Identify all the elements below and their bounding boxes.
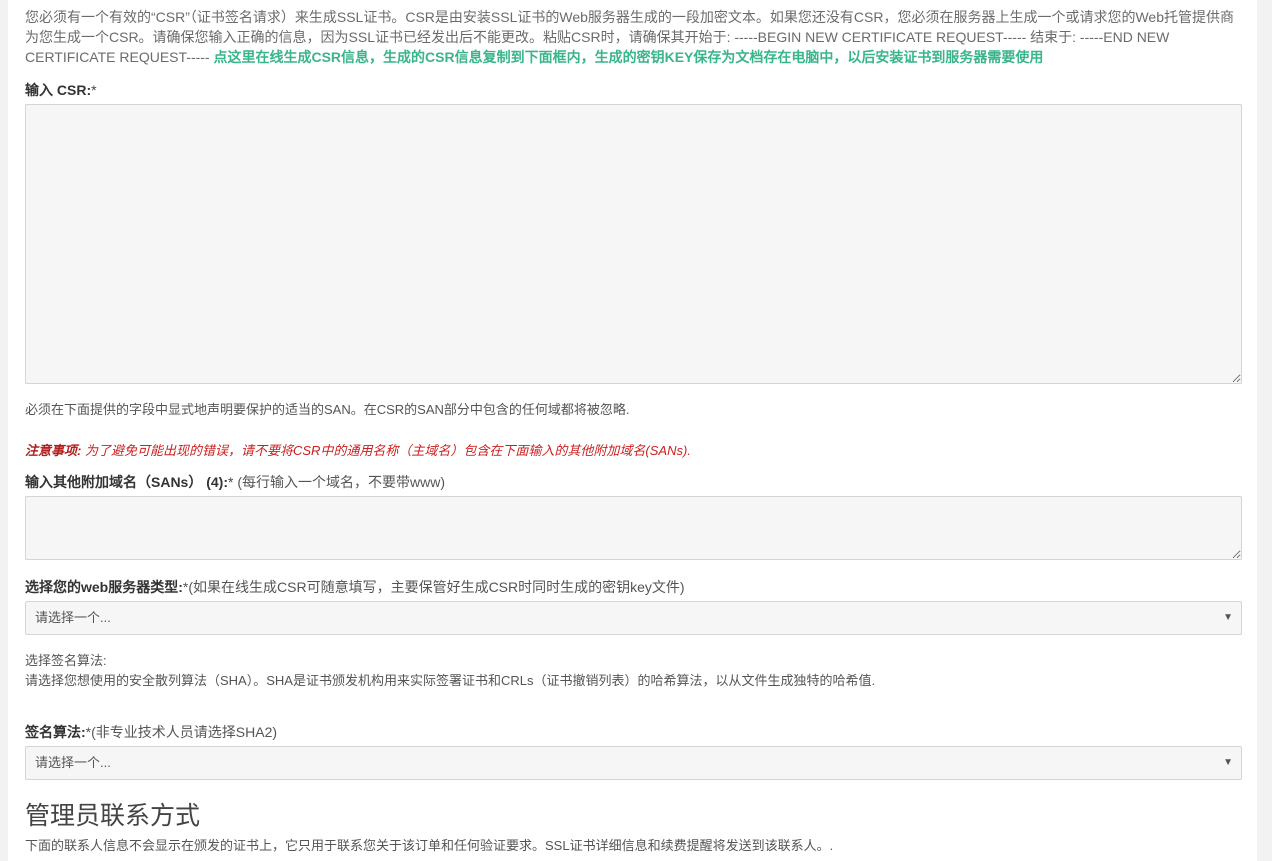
generate-csr-link[interactable]: 点这里在线生成CSR信息，生成的CSR信息复制到下面框内，生成的密钥KEY保存为…	[213, 49, 1043, 65]
sans-input[interactable]	[25, 496, 1242, 560]
csr-label: 输入 CSR:*	[25, 82, 97, 98]
server-type-label: 选择您的web服务器类型:*(如果在线生成CSR可随意填写，主要保管好生成CSR…	[25, 579, 685, 595]
form-content: 您必须有一个有效的“CSR”（证书签名请求）来生成SSL证书。CSR是由安装SS…	[25, 0, 1242, 853]
chevron-down-icon: ▼	[1223, 757, 1233, 768]
algorithm-info-text: 请选择您想使用的安全散列算法（SHA）。SHA是证书颁发机构用来实际签署证书和C…	[25, 673, 876, 688]
warning-note: 注意事项: 为了避免可能出现的错误，请不要将CSR中的通用名称（主域名）包含在下…	[25, 443, 691, 458]
algorithm-info-title: 选择签名算法:	[25, 653, 107, 668]
sans-label: 输入其他附加域名（SANs） (4):* (每行输入一个域名，不要带www)	[25, 474, 446, 490]
server-type-select[interactable]: 请选择一个... ▼	[25, 601, 1242, 635]
csr-input[interactable]	[25, 104, 1242, 384]
server-type-selected: 请选择一个...	[35, 610, 111, 625]
san-notice: 必须在下面提供的字段中显式地声明要保护的适当的SAN。在CSR的SAN部分中包含…	[25, 402, 630, 417]
admin-contact-heading: 管理员联系方式	[25, 802, 201, 830]
algorithm-selected: 请选择一个...	[35, 755, 111, 770]
algorithm-label: 签名算法:*(非专业技术人员请选择SHA2)	[25, 724, 278, 740]
admin-contact-text: 下面的联系人信息不会显示在颁发的证书上，它只用于联系您关于该订单和任何验证要求。…	[25, 838, 834, 853]
csr-intro-text: 您必须有一个有效的“CSR”（证书签名请求）来生成SSL证书。CSR是由安装SS…	[25, 7, 1242, 67]
algorithm-info: 选择签名算法: 请选择您想使用的安全散列算法（SHA）。SHA是证书颁发机构用来…	[25, 651, 875, 691]
algorithm-select[interactable]: 请选择一个... ▼	[25, 746, 1242, 780]
form-panel: 您必须有一个有效的“CSR”（证书签名请求）来生成SSL证书。CSR是由安装SS…	[8, 0, 1257, 861]
chevron-down-icon: ▼	[1223, 612, 1233, 623]
